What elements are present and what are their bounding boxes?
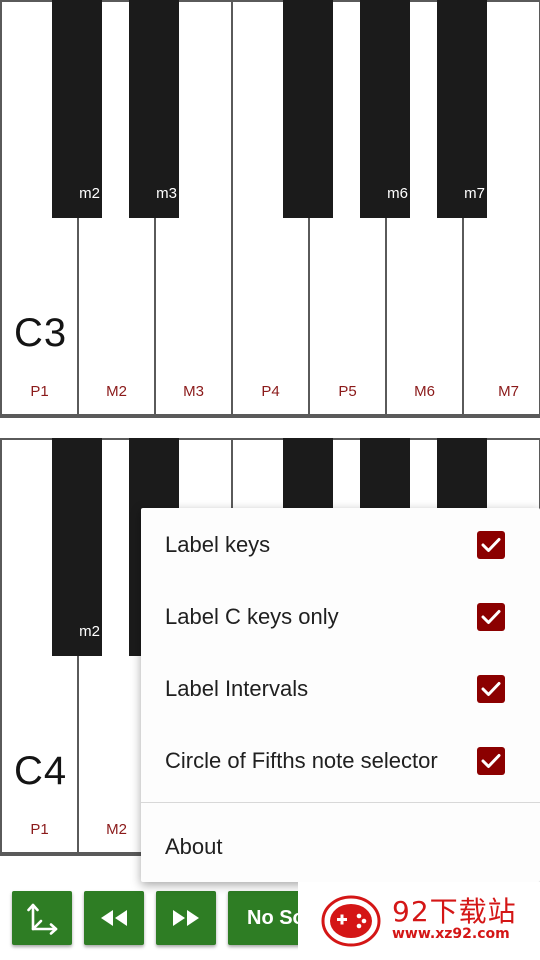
interval-label: M6: [414, 383, 435, 400]
interval-label: M7: [498, 383, 519, 400]
interval-label: P1: [30, 383, 49, 400]
watermark-title: 92下载站: [392, 895, 517, 928]
black-key-c-sharp[interactable]: m2: [52, 0, 102, 218]
menu-item-label: Label C keys only: [165, 604, 339, 629]
rewind-button[interactable]: [84, 891, 144, 945]
interval-label: M2: [106, 383, 127, 400]
menu-divider: [141, 802, 540, 803]
fast-forward-icon: [173, 910, 199, 926]
black-key-c-sharp[interactable]: m2: [52, 438, 102, 656]
watermark-url: www.xz92.com: [392, 926, 510, 942]
check-icon: [481, 682, 501, 696]
interval-label: m3: [156, 185, 177, 202]
sound-button-label: No So: [247, 906, 305, 929]
interval-label: m2: [79, 623, 100, 640]
check-icon: [481, 610, 501, 624]
menu-item-label: Circle of Fifths note selector: [165, 748, 438, 773]
menu-item-label-c-keys-only[interactable]: Label C keys only: [141, 581, 540, 653]
axes-icon: [27, 903, 58, 935]
interval-label: m6: [387, 185, 408, 202]
menu-item-about[interactable]: About: [141, 811, 540, 883]
menu-item-circle-of-fifths[interactable]: Circle of Fifths note selector: [141, 725, 540, 797]
checkbox-checked[interactable]: [477, 603, 505, 631]
checkbox-checked[interactable]: [477, 531, 505, 559]
octave-label: C3: [14, 311, 68, 355]
overflow-menu: Label keys Label C keys only Label Inter…: [141, 508, 540, 882]
interval-label: P5: [338, 383, 357, 400]
fast-forward-button[interactable]: [156, 891, 216, 945]
gamepad-logo-icon: [321, 895, 381, 947]
black-key-g-sharp[interactable]: m6: [360, 0, 410, 218]
interval-label: M3: [183, 383, 204, 400]
rewind-icon: [101, 910, 127, 926]
check-icon: [481, 754, 501, 768]
menu-item-label-intervals[interactable]: Label Intervals: [141, 653, 540, 725]
menu-item-label-keys[interactable]: Label keys: [141, 509, 540, 581]
check-icon: [481, 538, 501, 552]
menu-item-label: About: [165, 834, 223, 859]
black-key-a-sharp[interactable]: m7: [437, 0, 487, 218]
checkbox-checked[interactable]: [477, 747, 505, 775]
menu-item-label: Label keys: [165, 532, 271, 557]
watermark: 92下载站 www.xz92.com: [298, 882, 540, 960]
interval-label: m2: [79, 185, 100, 202]
checkbox-checked[interactable]: [477, 675, 505, 703]
black-key-f-sharp[interactable]: [283, 0, 333, 218]
axes-button[interactable]: [12, 891, 72, 945]
interval-label: P1: [30, 821, 49, 838]
menu-item-label: Label Intervals: [165, 676, 309, 701]
interval-label: P4: [261, 383, 280, 400]
piano-keyboard-c3: C3 P1 M2 M3 P4 P5 M6 M7 m2 m3 m6 m7: [0, 0, 540, 418]
interval-label: m7: [464, 185, 485, 202]
octave-label: C4: [14, 749, 68, 793]
black-key-d-sharp[interactable]: m3: [129, 0, 179, 218]
